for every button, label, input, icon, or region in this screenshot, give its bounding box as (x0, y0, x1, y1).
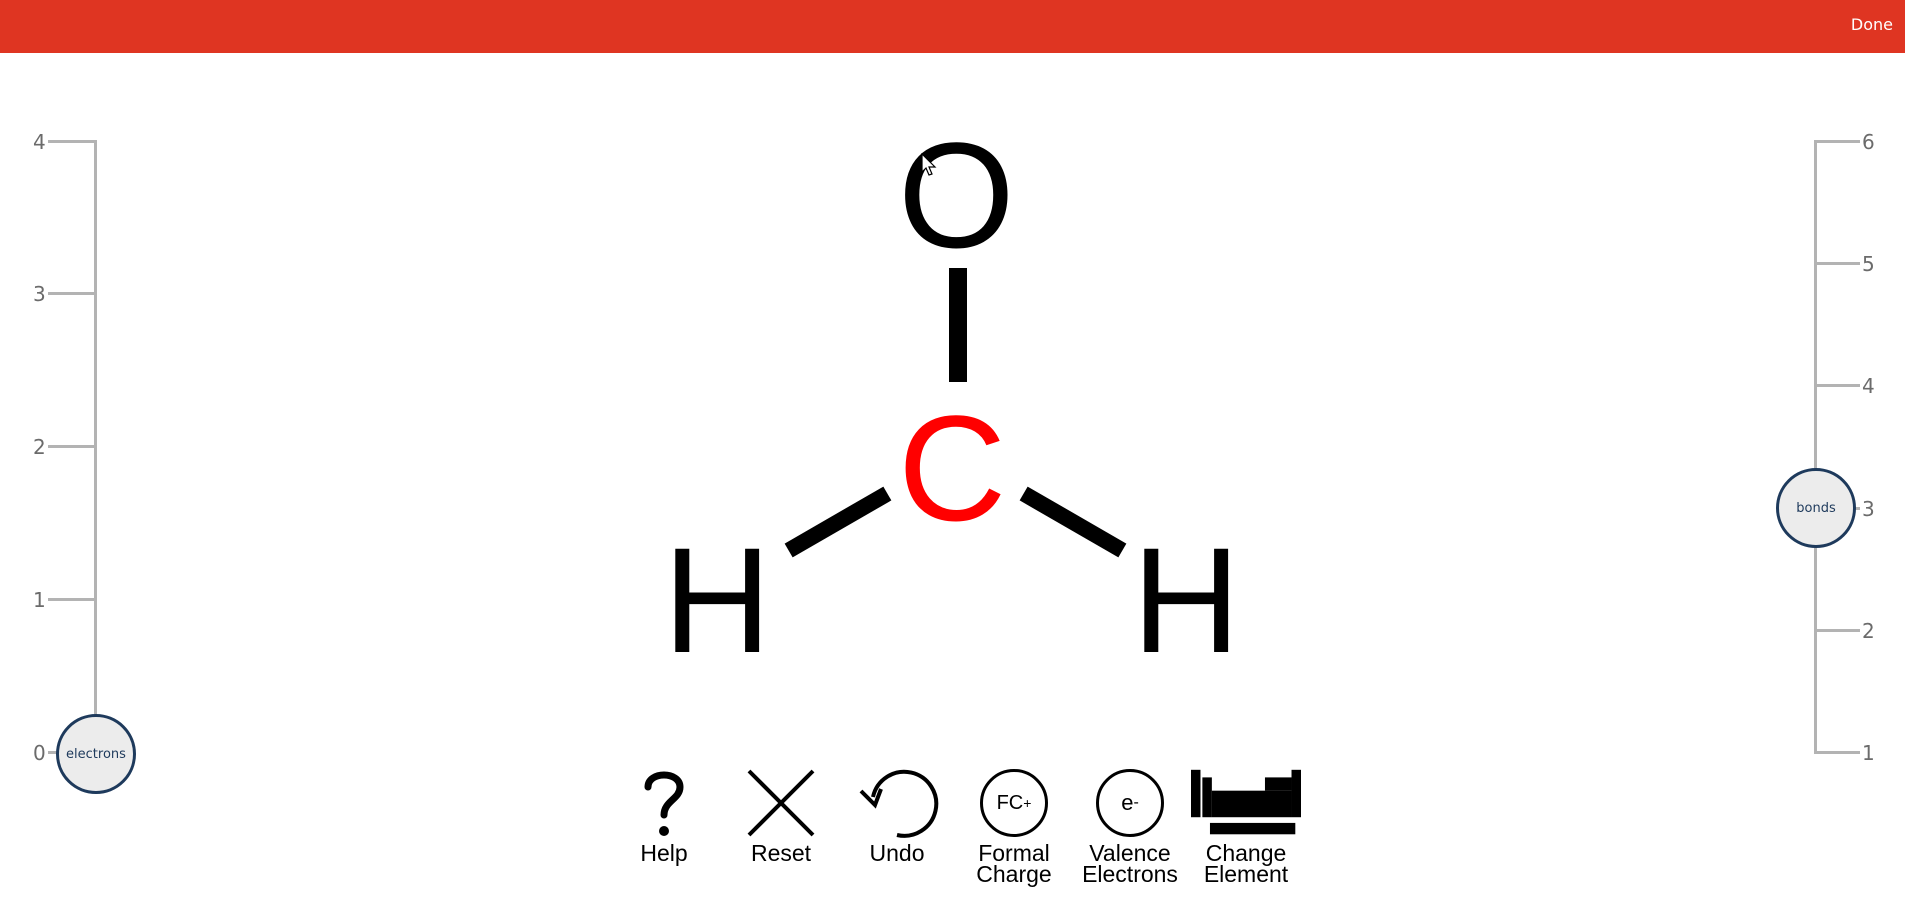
undo-label: Undo (869, 840, 925, 866)
atom-hydrogen-right[interactable]: H (1132, 525, 1240, 675)
bond-tick (1814, 262, 1860, 265)
top-bar: Done (0, 0, 1905, 53)
change-element-label: Change Element (1203, 840, 1289, 887)
formal-charge-icon-sup: + (1023, 795, 1032, 811)
reset-label: Reset (750, 840, 812, 866)
bond-tick-label: 1 (1862, 741, 1875, 765)
formal-charge-icon-text: FC (996, 791, 1024, 814)
electron-tick-label: 2 (33, 435, 46, 459)
done-button[interactable]: Done (1851, 15, 1893, 34)
atom-carbon[interactable]: C (898, 393, 1006, 543)
bond-slider-knob[interactable]: bonds (1776, 468, 1856, 548)
bond-slider-rail[interactable] (1814, 140, 1817, 754)
formal-charge-icon: FC + (959, 763, 1069, 843)
valence-icon-text: e (1121, 790, 1134, 815)
question-icon (609, 763, 719, 843)
electron-tick-label: 4 (33, 130, 46, 154)
bond-tick (1814, 384, 1860, 387)
bond-tick-label: 2 (1862, 619, 1875, 643)
periodic-table-icon (1191, 763, 1301, 843)
bond-tick (1814, 140, 1860, 143)
electron-tick (48, 598, 96, 601)
bond-tick (1814, 751, 1860, 754)
valence-electrons-button[interactable]: e- Valence Electrons (1075, 763, 1185, 887)
change-element-button[interactable]: Change Element (1191, 763, 1301, 887)
reset-button[interactable]: Reset (726, 763, 836, 866)
undo-button[interactable]: Undo (842, 763, 952, 866)
electron-tick (48, 445, 96, 448)
bond-tick-label: 5 (1862, 252, 1875, 276)
valence-icon-sup: - (1133, 794, 1139, 811)
bond-tick (1814, 629, 1860, 632)
undo-arrow-icon (842, 763, 952, 843)
help-label: Help (640, 840, 688, 866)
valence-electrons-icon: e- (1075, 763, 1185, 843)
bond-tick-label: 6 (1862, 130, 1875, 154)
close-x-icon (726, 763, 836, 843)
mouse-cursor-icon (921, 152, 937, 181)
help-button[interactable]: Help (609, 763, 719, 866)
bond-tick-label: 4 (1862, 374, 1875, 398)
bond-c-h-right[interactable] (1019, 486, 1127, 558)
formal-charge-button[interactable]: FC + Formal Charge (959, 763, 1069, 887)
atom-hydrogen-left[interactable]: H (663, 525, 771, 675)
electron-tick-label: 3 (33, 282, 46, 306)
electron-tick (48, 140, 96, 143)
bond-c-o[interactable] (949, 268, 967, 382)
valence-electrons-label: Valence Electrons (1082, 840, 1178, 887)
formal-charge-label: Formal Charge (976, 840, 1052, 887)
atom-oxygen[interactable]: O (898, 120, 1015, 270)
electron-tick (48, 292, 96, 295)
electron-tick-label: 1 (33, 588, 46, 612)
bond-tick-label: 3 (1862, 497, 1875, 521)
electron-tick-label: 0 (33, 741, 46, 765)
bond-c-h-left[interactable] (784, 486, 892, 558)
electron-slider-knob[interactable]: electrons (56, 714, 136, 794)
